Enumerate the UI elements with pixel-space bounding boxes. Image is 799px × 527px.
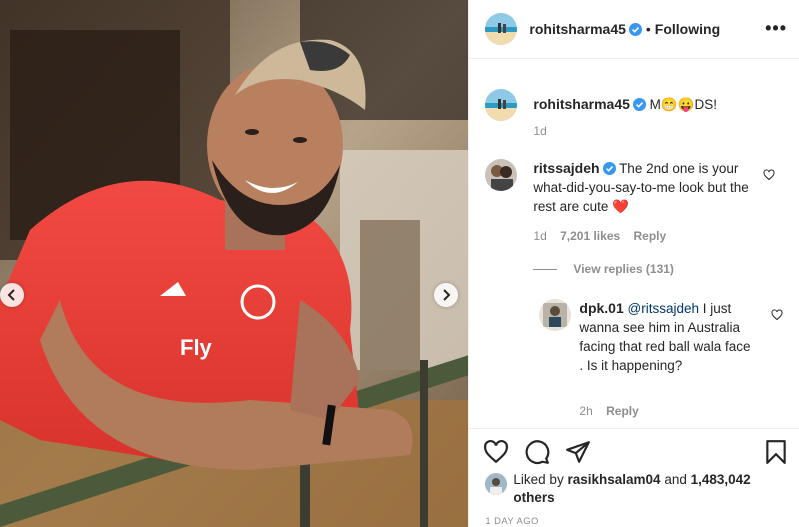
post-header: rohitsharma45 • Following •••	[469, 0, 799, 59]
previous-photo-button[interactable]	[0, 283, 24, 307]
post-timestamp[interactable]: 1 DAY AGO	[485, 516, 538, 527]
following-button[interactable]: Following	[655, 21, 720, 37]
reply-time: 2h	[579, 404, 593, 418]
comment-time: 1d	[533, 229, 547, 243]
post-panel: rohitsharma45 • Following ••• rohitsharm…	[468, 0, 799, 527]
heart-emoji: ❤️	[612, 199, 630, 214]
author-username[interactable]: rohitsharma45	[529, 21, 625, 37]
likes-text: Liked by rasikhsalam04 and 1,483,042 oth…	[513, 471, 763, 507]
comment-meta: 1d 7,201 likes Reply	[533, 229, 676, 243]
tongue-emoji: 😛	[677, 97, 695, 112]
beach-avatar-image	[485, 13, 518, 45]
chevron-left-icon	[7, 289, 15, 301]
grin-emoji: 😁	[660, 97, 678, 112]
comment-item: ritssajdeh The 2nd one is your what-did-…	[485, 159, 783, 279]
likes-and: and	[664, 472, 687, 487]
caption-avatar[interactable]	[485, 89, 518, 121]
more-options-icon[interactable]: •••	[765, 18, 787, 39]
liked-by-prefix: Liked by	[513, 472, 564, 487]
reply-reply-button[interactable]: Reply	[606, 404, 639, 418]
caption-meta: 1d	[533, 124, 556, 138]
comment-likes[interactable]: 7,201 likes	[560, 229, 620, 243]
chevron-right-icon	[443, 289, 451, 301]
replies-line	[533, 268, 558, 270]
reply-avatar[interactable]	[539, 299, 572, 331]
comment-icon[interactable]	[524, 439, 550, 465]
author-avatar[interactable]	[485, 13, 518, 45]
caption-text-start: M	[649, 97, 661, 112]
comment-text: ritssajdeh The 2nd one is your what-did-…	[533, 159, 757, 216]
comments-section[interactable]: rohitsharma45 M😁😛DS! 1d ritssajdeh The 2…	[469, 59, 799, 427]
reply-meta: 2h Reply	[579, 404, 648, 418]
caption-username[interactable]: rohitsharma45	[533, 96, 629, 112]
separator-dot: •	[645, 21, 651, 37]
reply-username[interactable]: dpk.01	[579, 300, 623, 316]
caption-time: 1d	[533, 124, 547, 138]
view-replies-label: View replies (131)	[573, 262, 674, 276]
caption-text-end: DS!	[694, 97, 718, 112]
action-bar	[469, 428, 799, 475]
next-photo-button[interactable]	[434, 283, 458, 307]
commenter-avatar[interactable]	[485, 159, 518, 191]
reply-button[interactable]: Reply	[634, 229, 667, 243]
person-avatar-image	[485, 159, 518, 191]
liker-username[interactable]: rasikhsalam04	[567, 472, 660, 487]
verified-badge-icon	[602, 162, 616, 175]
liker-avatar[interactable]	[485, 473, 508, 495]
person-avatar-image	[539, 299, 572, 331]
caption: rohitsharma45 M😁😛DS! 1d	[485, 89, 783, 139]
verified-badge-icon	[632, 98, 646, 111]
view-replies-button[interactable]: View replies (131)	[533, 262, 674, 276]
like-comment-heart-icon[interactable]	[763, 169, 775, 181]
comment-username[interactable]: ritssajdeh	[533, 160, 599, 176]
photo-illustration: Fly	[0, 0, 469, 527]
svg-text:Fly: Fly	[180, 335, 213, 360]
instagram-post: Fly rohitsharma45 • Following ••• rohits…	[0, 0, 799, 527]
like-reply-heart-icon[interactable]	[771, 309, 783, 321]
post-photo[interactable]: Fly	[0, 0, 469, 527]
verified-badge-icon	[628, 22, 642, 36]
paper-plane-icon[interactable]	[565, 439, 591, 465]
beach-avatar-image	[485, 89, 518, 121]
bookmark-icon[interactable]	[763, 439, 789, 465]
heart-icon[interactable]	[483, 439, 509, 465]
reply-mention[interactable]: @ritssajdeh	[628, 301, 699, 316]
author-info: rohitsharma45 • Following	[529, 21, 720, 37]
person-avatar-image	[485, 473, 508, 495]
reply-item: dpk.01 @ritssajdeh I just wanna see him …	[539, 299, 783, 424]
caption-text: rohitsharma45 M😁😛DS!	[533, 95, 757, 114]
reply-text: dpk.01 @ritssajdeh I just wanna see him …	[579, 299, 757, 375]
